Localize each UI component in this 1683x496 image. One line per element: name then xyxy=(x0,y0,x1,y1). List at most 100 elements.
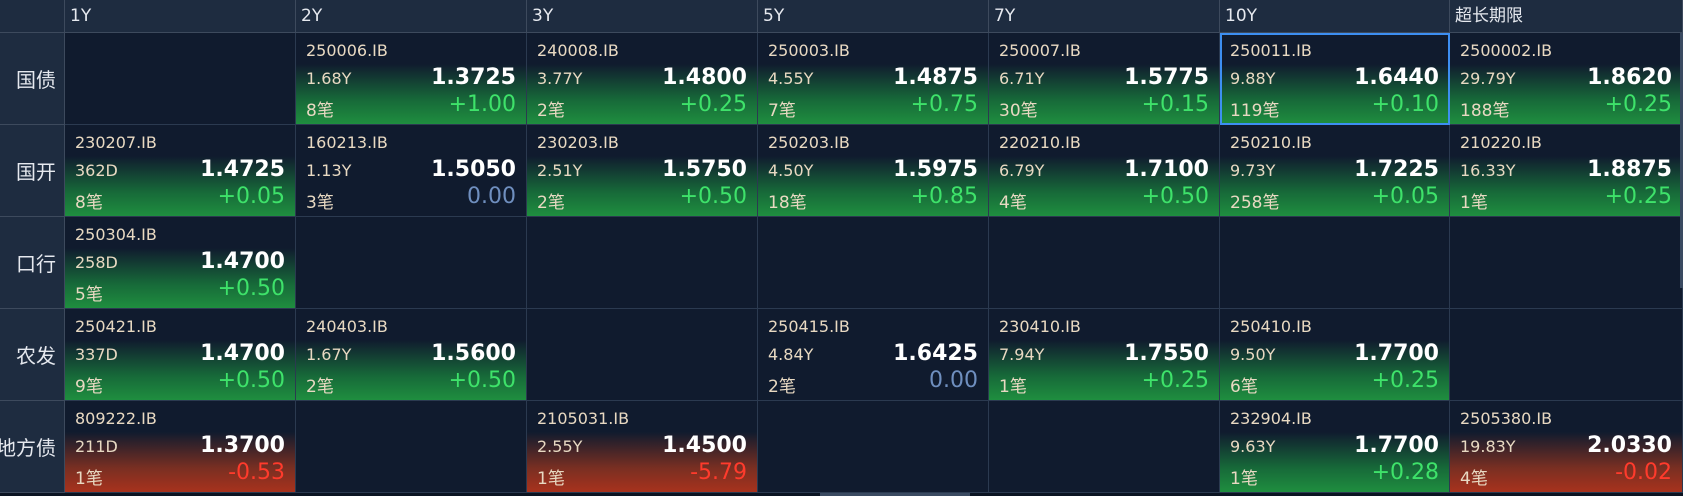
trade-count: 3笔 xyxy=(306,193,334,213)
yield-value: 1.4725 xyxy=(200,157,285,182)
quote-cell[interactable]: 210220.IB 16.33Y 1.8875 1笔 +0.25 xyxy=(1450,125,1683,217)
trade-count: 1笔 xyxy=(75,469,103,489)
empty-cell xyxy=(527,217,758,309)
row-label: 口行 xyxy=(0,217,65,309)
quote-cell[interactable]: 230207.IB 362D 1.4725 8笔 +0.05 xyxy=(65,125,296,217)
bond-code: 250011.IB xyxy=(1230,41,1312,60)
quote-grid: 1Y 2Y 3Y 5Y 7Y 10Y 超长期限 国债 250006.IB 1.68Y 1.3725 8… xyxy=(0,0,1683,493)
quote-cell[interactable]: 230203.IB 2.51Y 1.5750 2笔 +0.50 xyxy=(527,125,758,217)
yield-value: 1.7700 xyxy=(1354,341,1439,366)
yield-change: 0.00 xyxy=(929,368,978,393)
quote-cell[interactable]: 250415.IB 4.84Y 1.6425 2笔 0.00 xyxy=(758,309,989,401)
quote-cell[interactable]: 232904.IB 9.63Y 1.7700 1笔 +0.28 xyxy=(1220,401,1450,493)
bond-quote-board: 1Y 2Y 3Y 5Y 7Y 10Y 超长期限 国债 250006.IB 1.68Y 1.3725 8… xyxy=(0,0,1683,496)
quote-cell[interactable]: 250410.IB 9.50Y 1.7700 6笔 +0.25 xyxy=(1220,309,1450,401)
bond-code: 2505380.IB xyxy=(1460,409,1553,428)
remaining-term: 2.51Y xyxy=(537,161,583,180)
yield-value: 1.5775 xyxy=(1124,65,1209,90)
remaining-term: 1.13Y xyxy=(306,161,352,180)
quote-cell[interactable]: 250006.IB 1.68Y 1.3725 8笔 +1.00 xyxy=(296,33,527,125)
column-header-7y[interactable]: 7Y xyxy=(989,0,1220,33)
quote-cell[interactable]: 230410.IB 7.94Y 1.7550 1笔 +0.25 xyxy=(989,309,1220,401)
yield-value: 1.5050 xyxy=(431,157,516,182)
quote-cell[interactable]: 250007.IB 6.71Y 1.5775 30笔 +0.15 xyxy=(989,33,1220,125)
column-header-10y[interactable]: 10Y xyxy=(1220,0,1450,33)
empty-cell xyxy=(1220,217,1450,309)
empty-cell xyxy=(296,217,527,309)
yield-change: +0.05 xyxy=(1371,184,1439,209)
empty-cell xyxy=(758,401,989,493)
quote-cell[interactable]: 250304.IB 258D 1.4700 5笔 +0.50 xyxy=(65,217,296,309)
column-header-超长期限[interactable]: 超长期限 xyxy=(1450,0,1683,33)
remaining-term: 9.88Y xyxy=(1230,69,1276,88)
remaining-term: 1.67Y xyxy=(306,345,352,364)
trade-count: 188笔 xyxy=(1460,101,1510,121)
quote-cell[interactable]: 2105031.IB 2.55Y 1.4500 1笔 -5.79 xyxy=(527,401,758,493)
quote-cell[interactable]: 250203.IB 4.50Y 1.5975 18笔 +0.85 xyxy=(758,125,989,217)
yield-value: 1.7550 xyxy=(1124,341,1209,366)
yield-value: 1.7700 xyxy=(1354,433,1439,458)
remaining-term: 1.68Y xyxy=(306,69,352,88)
yield-change: +0.50 xyxy=(679,184,747,209)
quote-cell[interactable]: 160213.IB 1.13Y 1.5050 3笔 0.00 xyxy=(296,125,527,217)
remaining-term: 9.73Y xyxy=(1230,161,1276,180)
quote-cell[interactable]: 2500002.IB 29.79Y 1.8620 188笔 +0.25 xyxy=(1450,33,1683,125)
bond-code: 240008.IB xyxy=(537,41,619,60)
row-label: 地方债 xyxy=(0,401,65,493)
empty-cell xyxy=(65,33,296,125)
yield-value: 1.3700 xyxy=(200,433,285,458)
remaining-term: 16.33Y xyxy=(1460,161,1516,180)
remaining-term: 9.50Y xyxy=(1230,345,1276,364)
trade-count: 2笔 xyxy=(537,101,565,121)
yield-value: 1.8875 xyxy=(1587,157,1672,182)
trade-count: 6笔 xyxy=(1230,377,1258,397)
quote-cell[interactable]: 809222.IB 211D 1.3700 1笔 -0.53 xyxy=(65,401,296,493)
bond-code: 210220.IB xyxy=(1460,133,1542,152)
empty-cell xyxy=(989,217,1220,309)
quote-cell[interactable]: 220210.IB 6.79Y 1.7100 4笔 +0.50 xyxy=(989,125,1220,217)
empty-cell xyxy=(527,309,758,401)
quote-cell[interactable]: 250210.IB 9.73Y 1.7225 258笔 +0.05 xyxy=(1220,125,1450,217)
bond-code: 250006.IB xyxy=(306,41,388,60)
trade-count: 30笔 xyxy=(999,101,1038,121)
trade-count: 2笔 xyxy=(306,377,334,397)
yield-change: +0.25 xyxy=(1141,368,1209,393)
remaining-term: 6.71Y xyxy=(999,69,1045,88)
yield-change: +0.25 xyxy=(679,92,747,117)
trade-count: 1笔 xyxy=(1230,469,1258,489)
bond-code: 250304.IB xyxy=(75,225,157,244)
quote-cell[interactable]: 250003.IB 4.55Y 1.4875 7笔 +0.75 xyxy=(758,33,989,125)
quote-cell[interactable]: 250011.IB 9.88Y 1.6440 119笔 +0.10 xyxy=(1220,33,1450,125)
quote-cell[interactable]: 240403.IB 1.67Y 1.5600 2笔 +0.50 xyxy=(296,309,527,401)
bond-code: 160213.IB xyxy=(306,133,388,152)
yield-value: 1.6440 xyxy=(1354,65,1439,90)
column-header-1y[interactable]: 1Y xyxy=(65,0,296,33)
remaining-term: 6.79Y xyxy=(999,161,1045,180)
yield-value: 1.5750 xyxy=(662,157,747,182)
trade-count: 4笔 xyxy=(1460,469,1488,489)
bond-code: 250203.IB xyxy=(768,133,850,152)
trade-count: 258笔 xyxy=(1230,193,1280,213)
remaining-term: 3.77Y xyxy=(537,69,583,88)
remaining-term: 9.63Y xyxy=(1230,437,1276,456)
yield-value: 1.8620 xyxy=(1587,65,1672,90)
column-header-5y[interactable]: 5Y xyxy=(758,0,989,33)
yield-change: +0.75 xyxy=(910,92,978,117)
column-header-3y[interactable]: 3Y xyxy=(527,0,758,33)
quote-cell[interactable]: 250421.IB 337D 1.4700 9笔 +0.50 xyxy=(65,309,296,401)
yield-change: +0.50 xyxy=(448,368,516,393)
yield-change: +0.15 xyxy=(1141,92,1209,117)
yield-change: +0.25 xyxy=(1371,368,1439,393)
corner-header xyxy=(0,0,65,33)
empty-cell xyxy=(758,217,989,309)
bond-code: 250410.IB xyxy=(1230,317,1312,336)
quote-cell[interactable]: 2505380.IB 19.83Y 2.0330 4笔 -0.02 xyxy=(1450,401,1683,493)
quote-cell[interactable]: 240008.IB 3.77Y 1.4800 2笔 +0.25 xyxy=(527,33,758,125)
column-header-2y[interactable]: 2Y xyxy=(296,0,527,33)
trade-count: 1笔 xyxy=(1460,193,1488,213)
yield-value: 1.4800 xyxy=(662,65,747,90)
yield-change: +0.50 xyxy=(217,368,285,393)
trade-count: 119笔 xyxy=(1230,101,1280,121)
remaining-term: 29.79Y xyxy=(1460,69,1516,88)
yield-value: 2.0330 xyxy=(1587,433,1672,458)
